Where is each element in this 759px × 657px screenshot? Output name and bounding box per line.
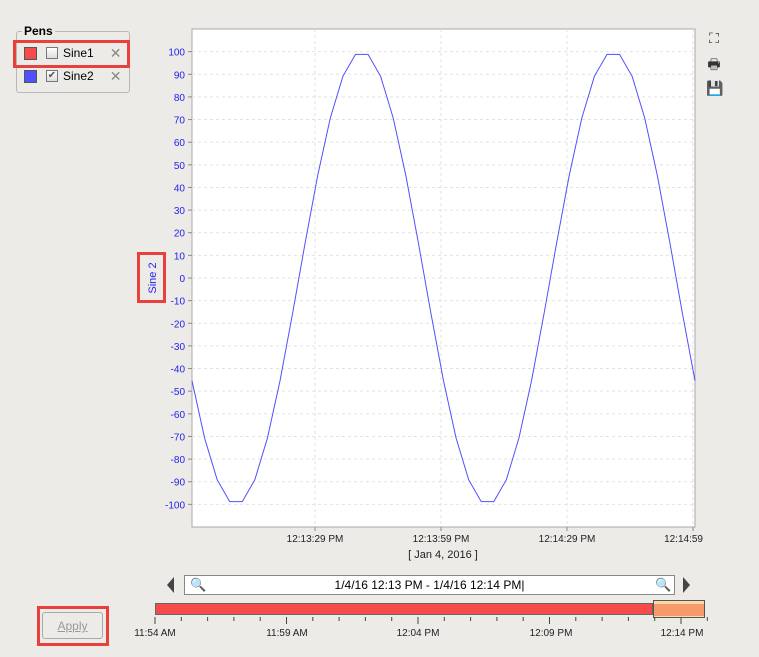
print-icon[interactable]: 🖶 xyxy=(706,54,722,72)
y-tick-label: -40 xyxy=(171,365,186,376)
timeline-label: 11:54 AM xyxy=(134,628,176,639)
timeline-bar[interactable] xyxy=(155,603,653,615)
timeline-label: 12:09 PM xyxy=(530,628,573,639)
y-tick-label: 90 xyxy=(174,70,186,81)
y-tick-label: 0 xyxy=(179,274,185,285)
date-range-input[interactable]: 1/4/16 12:13 PM - 1/4/16 12:14 PM| xyxy=(184,575,675,595)
zoom-fit-icon[interactable]: ⛶ xyxy=(706,30,722,46)
date-range-text: 1/4/16 12:13 PM - 1/4/16 12:14 PM xyxy=(334,578,522,592)
y-tick-label: -30 xyxy=(171,342,186,353)
y-tick-label: -10 xyxy=(171,297,186,308)
highlight-box xyxy=(137,252,166,303)
timeline-label: 12:04 PM xyxy=(397,628,440,639)
scroll-right-button[interactable] xyxy=(683,577,690,593)
timeline-label: 12:14 PM xyxy=(661,628,704,639)
y-tick-label: -80 xyxy=(171,455,186,466)
save-icon[interactable]: 💾 xyxy=(706,80,723,96)
x-tick-label: 12:14:59 xyxy=(664,534,703,545)
y-tick-label: -50 xyxy=(171,387,186,398)
zoom-in-icon[interactable]: 🔍 xyxy=(655,577,671,593)
timeline-axis: 11:54 AM 11:59 AM 12:04 PM 12:09 PM 12:14 PM xyxy=(134,617,708,639)
y-tick-label: 30 xyxy=(174,206,186,217)
y-tick-label: -20 xyxy=(171,319,186,330)
scroll-left-button[interactable] xyxy=(167,577,174,593)
x-axis-label: [ Jan 4, 2016 ] xyxy=(408,549,478,561)
zoom-out-icon[interactable]: 🔍 xyxy=(190,577,206,593)
y-tick-label: -90 xyxy=(171,478,186,489)
x-tick-label: 12:13:29 PM xyxy=(287,534,344,545)
chart[interactable]: 1009080706050403020100-10-20-30-40-50-60… xyxy=(0,0,759,570)
y-tick-label: 50 xyxy=(174,161,186,172)
y-tick-label: 80 xyxy=(174,93,186,104)
y-tick-label: 40 xyxy=(174,183,186,194)
y-tick-label: 60 xyxy=(174,138,186,149)
highlight-box xyxy=(37,606,109,646)
x-tick-label: 12:13:59 PM xyxy=(413,534,470,545)
y-tick-label: -100 xyxy=(165,500,185,511)
y-tick-label: -60 xyxy=(171,410,186,421)
y-tick-label: 70 xyxy=(174,116,186,127)
x-tick-label: 12:14:29 PM xyxy=(539,534,596,545)
y-tick-label: 20 xyxy=(174,229,186,240)
y-tick-label: 100 xyxy=(168,48,185,59)
y-tick-label: -70 xyxy=(171,432,186,443)
y-tick-label: 10 xyxy=(174,251,186,262)
timeline-label: 11:59 AM xyxy=(266,628,308,639)
